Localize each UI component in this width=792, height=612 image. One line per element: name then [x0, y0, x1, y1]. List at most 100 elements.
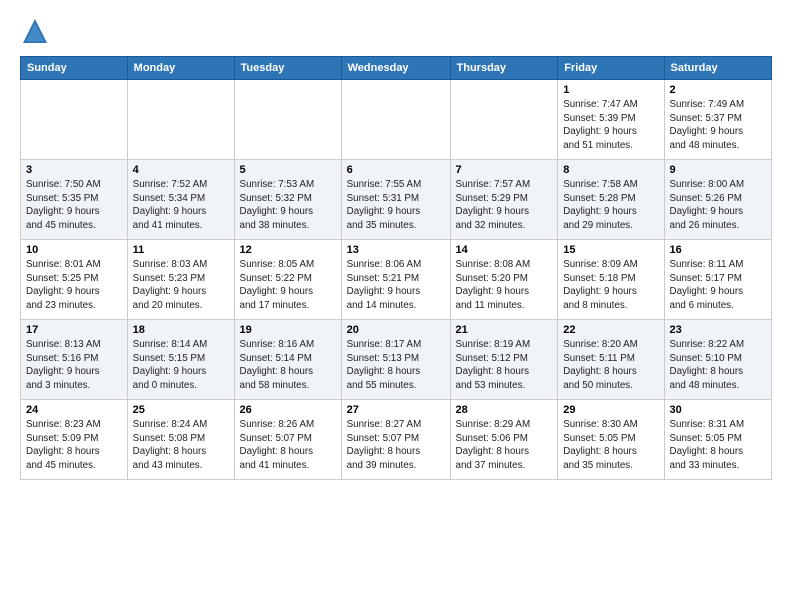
day-info: Sunrise: 8:23 AM Sunset: 5:09 PM Dayligh… — [26, 418, 122, 473]
weekday-row: Sunday Monday Tuesday Wednesday Thursday… — [21, 57, 772, 80]
day-number: 3 — [26, 164, 122, 176]
day-info: Sunrise: 7:57 AM Sunset: 5:29 PM Dayligh… — [456, 178, 553, 233]
day-number: 13 — [347, 244, 445, 256]
calendar-cell: 19 Sunrise: 8:16 AM Sunset: 5:14 PM Dayli… — [234, 320, 341, 400]
calendar-cell: 18Sunrise: 8:14 AM Sunset: 5:15 PM Dayli… — [127, 320, 234, 400]
calendar-cell: 7 Sunrise: 7:57 AM Sunset: 5:29 PM Daylig… — [450, 160, 558, 240]
calendar-cell — [21, 80, 128, 160]
day-number: 7 — [456, 164, 553, 176]
day-number: 4 — [133, 164, 229, 176]
calendar-cell: 12Sunrise: 8:05 AM Sunset: 5:22 PM Dayli… — [234, 240, 341, 320]
calendar-cell: 9 Sunrise: 8:00 AM Sunset: 5:26 PM Daylig… — [664, 160, 772, 240]
calendar-week-4: 17Sunrise: 8:13 AM Sunset: 5:16 PM Dayli… — [21, 320, 772, 400]
logo — [20, 16, 52, 46]
calendar-cell: 28 Sunrise: 8:29 AM Sunset: 5:06 PM Dayli… — [450, 400, 558, 480]
day-number: 14 — [456, 244, 553, 256]
day-number: 17 — [26, 324, 122, 336]
header — [20, 16, 772, 46]
day-info: Sunrise: 8:31 AM Sunset: 5:05 PM Dayligh… — [670, 418, 767, 473]
day-info: Sunrise: 7:49 AM Sunset: 5:37 PM Dayligh… — [670, 98, 767, 153]
day-number: 29 — [563, 404, 658, 416]
logo-icon — [20, 16, 50, 46]
col-monday: Monday — [127, 57, 234, 80]
page: Sunday Monday Tuesday Wednesday Thursday… — [0, 0, 792, 490]
calendar-header: Sunday Monday Tuesday Wednesday Thursday… — [21, 57, 772, 80]
calendar-cell: 29 Sunrise: 8:30 AM Sunset: 5:05 PM Dayli… — [558, 400, 664, 480]
calendar-cell: 16Sunrise: 8:11 AM Sunset: 5:17 PM Dayli… — [664, 240, 772, 320]
calendar-cell: 21 Sunrise: 8:19 AM Sunset: 5:12 PM Dayli… — [450, 320, 558, 400]
day-info: Sunrise: 8:06 AM Sunset: 5:21 PM Dayligh… — [347, 258, 445, 313]
day-number: 2 — [670, 84, 767, 96]
day-info: Sunrise: 8:16 AM Sunset: 5:14 PM Dayligh… — [240, 338, 336, 393]
calendar-cell — [450, 80, 558, 160]
calendar-cell: 30 Sunrise: 8:31 AM Sunset: 5:05 PM Dayli… — [664, 400, 772, 480]
day-number: 19 — [240, 324, 336, 336]
day-number: 5 — [240, 164, 336, 176]
day-info: Sunrise: 8:19 AM Sunset: 5:12 PM Dayligh… — [456, 338, 553, 393]
col-saturday: Saturday — [664, 57, 772, 80]
day-info: Sunrise: 7:55 AM Sunset: 5:31 PM Dayligh… — [347, 178, 445, 233]
col-friday: Friday — [558, 57, 664, 80]
calendar-week-5: 24 Sunrise: 8:23 AM Sunset: 5:09 PM Dayli… — [21, 400, 772, 480]
day-info: Sunrise: 8:24 AM Sunset: 5:08 PM Dayligh… — [133, 418, 229, 473]
day-number: 21 — [456, 324, 553, 336]
calendar-cell — [127, 80, 234, 160]
day-number: 11 — [133, 244, 229, 256]
calendar-cell: 8 Sunrise: 7:58 AM Sunset: 5:28 PM Daylig… — [558, 160, 664, 240]
day-number: 24 — [26, 404, 122, 416]
calendar-week-2: 3 Sunrise: 7:50 AM Sunset: 5:35 PM Daylig… — [21, 160, 772, 240]
day-number: 30 — [670, 404, 767, 416]
day-number: 8 — [563, 164, 658, 176]
calendar-cell: 11Sunrise: 8:03 AM Sunset: 5:23 PM Dayli… — [127, 240, 234, 320]
day-number: 10 — [26, 244, 122, 256]
calendar-cell: 5Sunrise: 7:53 AM Sunset: 5:32 PM Daylig… — [234, 160, 341, 240]
day-info: Sunrise: 8:20 AM Sunset: 5:11 PM Dayligh… — [563, 338, 658, 393]
day-info: Sunrise: 8:27 AM Sunset: 5:07 PM Dayligh… — [347, 418, 445, 473]
calendar-cell: 14 Sunrise: 8:08 AM Sunset: 5:20 PM Dayli… — [450, 240, 558, 320]
calendar-cell: 26Sunrise: 8:26 AM Sunset: 5:07 PM Dayli… — [234, 400, 341, 480]
calendar-cell: 1Sunrise: 7:47 AM Sunset: 5:39 PM Daylig… — [558, 80, 664, 160]
calendar-cell: 23Sunrise: 8:22 AM Sunset: 5:10 PM Dayli… — [664, 320, 772, 400]
day-number: 25 — [133, 404, 229, 416]
day-number: 9 — [670, 164, 767, 176]
day-info: Sunrise: 8:29 AM Sunset: 5:06 PM Dayligh… — [456, 418, 553, 473]
calendar-week-3: 10Sunrise: 8:01 AM Sunset: 5:25 PM Dayli… — [21, 240, 772, 320]
day-info: Sunrise: 8:08 AM Sunset: 5:20 PM Dayligh… — [456, 258, 553, 313]
calendar-week-1: 1Sunrise: 7:47 AM Sunset: 5:39 PM Daylig… — [21, 80, 772, 160]
col-thursday: Thursday — [450, 57, 558, 80]
calendar-cell: 22 Sunrise: 8:20 AM Sunset: 5:11 PM Dayli… — [558, 320, 664, 400]
col-sunday: Sunday — [21, 57, 128, 80]
day-number: 22 — [563, 324, 658, 336]
calendar-cell: 13 Sunrise: 8:06 AM Sunset: 5:21 PM Dayli… — [341, 240, 450, 320]
calendar-cell: 24 Sunrise: 8:23 AM Sunset: 5:09 PM Dayli… — [21, 400, 128, 480]
calendar-cell: 4 Sunrise: 7:52 AM Sunset: 5:34 PM Daylig… — [127, 160, 234, 240]
calendar-cell: 2 Sunrise: 7:49 AM Sunset: 5:37 PM Daylig… — [664, 80, 772, 160]
day-number: 6 — [347, 164, 445, 176]
calendar-cell: 17Sunrise: 8:13 AM Sunset: 5:16 PM Dayli… — [21, 320, 128, 400]
calendar-cell: 25 Sunrise: 8:24 AM Sunset: 5:08 PM Dayli… — [127, 400, 234, 480]
calendar-cell: 3 Sunrise: 7:50 AM Sunset: 5:35 PM Daylig… — [21, 160, 128, 240]
calendar-cell: 10Sunrise: 8:01 AM Sunset: 5:25 PM Dayli… — [21, 240, 128, 320]
calendar-cell — [234, 80, 341, 160]
day-number: 28 — [456, 404, 553, 416]
day-number: 1 — [563, 84, 658, 96]
day-info: Sunrise: 8:30 AM Sunset: 5:05 PM Dayligh… — [563, 418, 658, 473]
day-info: Sunrise: 8:17 AM Sunset: 5:13 PM Dayligh… — [347, 338, 445, 393]
day-info: Sunrise: 7:50 AM Sunset: 5:35 PM Dayligh… — [26, 178, 122, 233]
day-number: 27 — [347, 404, 445, 416]
day-info: Sunrise: 8:22 AM Sunset: 5:10 PM Dayligh… — [670, 338, 767, 393]
day-info: Sunrise: 8:09 AM Sunset: 5:18 PM Dayligh… — [563, 258, 658, 313]
day-number: 18 — [133, 324, 229, 336]
day-number: 15 — [563, 244, 658, 256]
col-tuesday: Tuesday — [234, 57, 341, 80]
day-info: Sunrise: 7:58 AM Sunset: 5:28 PM Dayligh… — [563, 178, 658, 233]
day-info: Sunrise: 8:26 AM Sunset: 5:07 PM Dayligh… — [240, 418, 336, 473]
day-info: Sunrise: 7:52 AM Sunset: 5:34 PM Dayligh… — [133, 178, 229, 233]
calendar-cell: 27 Sunrise: 8:27 AM Sunset: 5:07 PM Dayli… — [341, 400, 450, 480]
calendar-cell: 6 Sunrise: 7:55 AM Sunset: 5:31 PM Daylig… — [341, 160, 450, 240]
calendar-cell — [341, 80, 450, 160]
day-number: 12 — [240, 244, 336, 256]
day-number: 16 — [670, 244, 767, 256]
day-info: Sunrise: 8:00 AM Sunset: 5:26 PM Dayligh… — [670, 178, 767, 233]
day-number: 20 — [347, 324, 445, 336]
